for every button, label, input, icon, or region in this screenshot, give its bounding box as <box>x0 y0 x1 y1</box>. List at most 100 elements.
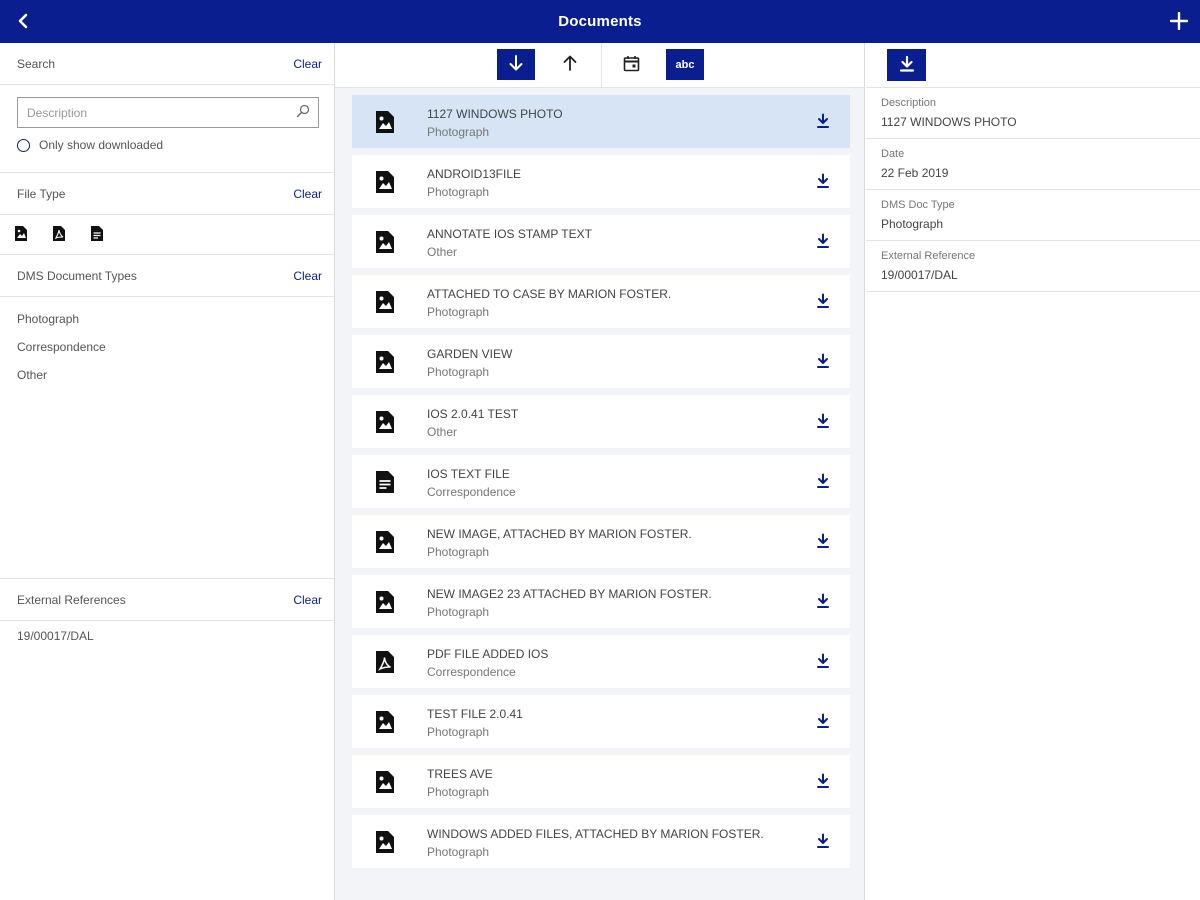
download-icon[interactable] <box>816 413 830 432</box>
dms-item-other[interactable]: Other <box>0 361 334 389</box>
image-file-icon[interactable] <box>14 225 28 245</box>
document-type: Correspondence <box>427 665 516 679</box>
download-icon[interactable] <box>816 773 830 792</box>
external-ref-item[interactable]: 19/00017/DAL <box>0 621 334 643</box>
download-icon[interactable] <box>816 533 830 552</box>
document-name: ATTACHED TO CASE BY MARION FOSTER. <box>427 287 672 301</box>
image-file-icon <box>374 350 396 377</box>
document-text: WINDOWS ADDED FILES, ATTACHED BY MARION … <box>427 827 764 859</box>
pdf-file-icon[interactable] <box>52 225 66 245</box>
download-icon[interactable] <box>816 233 830 252</box>
image-file-icon <box>374 710 396 737</box>
sort-by-date-button[interactable] <box>612 49 650 80</box>
search-icon[interactable] <box>296 104 310 121</box>
detail-label: Date <box>881 148 905 160</box>
detail-date: Date 22 Feb 2019 <box>866 139 1200 190</box>
sort-alphabetical-button[interactable]: abc <box>666 49 704 80</box>
document-list: 1127 WINDOWS PHOTO Photograph ANDROID13FIL… <box>352 95 850 875</box>
image-file-icon <box>374 230 396 257</box>
document-text: GARDEN VIEW Photograph <box>427 347 512 379</box>
document-type: Photograph <box>427 605 490 619</box>
document-row[interactable]: WINDOWS ADDED FILES, ATTACHED BY MARION … <box>352 815 850 868</box>
dms-label: DMS Document Types <box>17 268 137 283</box>
document-name: 1127 WINDOWS PHOTO <box>427 107 563 121</box>
detail-label: Description <box>881 97 937 109</box>
sort-ascending-icon <box>562 54 578 75</box>
document-row[interactable]: GARDEN VIEW Photograph <box>352 335 850 388</box>
document-row[interactable]: TEST FILE 2.0.41 Photograph <box>352 695 850 748</box>
search-input[interactable] <box>27 105 277 120</box>
document-row[interactable]: NEW IMAGE, ATTACHED BY MARION FOSTER. Pho… <box>352 515 850 568</box>
download-icon[interactable] <box>816 113 830 132</box>
document-type: Photograph <box>427 305 490 319</box>
download-icon[interactable] <box>816 713 830 732</box>
document-row[interactable]: 1127 WINDOWS PHOTO Photograph <box>352 95 850 148</box>
document-row[interactable]: NEW IMAGE2 23 ATTACHED BY MARION FOSTER.… <box>352 575 850 628</box>
detail-label: DMS Doc Type <box>881 199 955 211</box>
back-icon[interactable] <box>10 8 36 34</box>
external-ref-label: External References <box>17 592 126 607</box>
download-icon[interactable] <box>816 173 830 192</box>
image-file-icon <box>374 410 396 437</box>
document-name: ANNOTATE IOS STAMP TEXT <box>427 227 592 241</box>
only-downloaded-radio[interactable] <box>17 138 30 152</box>
download-icon[interactable] <box>816 293 830 312</box>
document-text: TREES AVE Photograph <box>427 767 493 799</box>
detail-external-reference: External Reference 19/00017/DAL <box>866 241 1200 292</box>
detail-value: 19/00017/DAL <box>881 268 958 282</box>
dms-item-correspondence[interactable]: Correspondence <box>0 333 334 361</box>
document-text: TEST FILE 2.0.41 Photograph <box>427 707 523 739</box>
document-type: Photograph <box>427 545 490 559</box>
download-icon[interactable] <box>816 653 830 672</box>
sort-ascending-button[interactable] <box>551 49 589 80</box>
document-text: NEW IMAGE, ATTACHED BY MARION FOSTER. Pho… <box>427 527 692 559</box>
document-row[interactable]: ATTACHED TO CASE BY MARION FOSTER. Photog… <box>352 275 850 328</box>
detail-value: Photograph <box>881 217 944 231</box>
document-type: Photograph <box>427 365 490 379</box>
toolbar-divider <box>601 43 602 88</box>
document-type: Photograph <box>427 725 490 739</box>
image-file-icon <box>374 530 396 557</box>
document-row[interactable]: ANNOTATE IOS STAMP TEXT Other <box>352 215 850 268</box>
document-name: IOS 2.0.41 TEST <box>427 407 519 421</box>
document-name: TREES AVE <box>427 767 493 781</box>
dms-type-list: Photograph Correspondence Other <box>0 297 334 579</box>
file-type-clear-button[interactable]: Clear <box>293 187 322 201</box>
document-text: ANNOTATE IOS STAMP TEXT Other <box>427 227 592 259</box>
sort-descending-button[interactable] <box>497 49 535 80</box>
document-name: WINDOWS ADDED FILES, ATTACHED BY MARION … <box>427 827 764 841</box>
external-ref-clear-button[interactable]: Clear <box>293 593 322 607</box>
dms-section-header: DMS Document Types Clear <box>0 255 334 297</box>
detail-value: 1127 WINDOWS PHOTO <box>881 115 1017 129</box>
download-icon[interactable] <box>816 353 830 372</box>
document-row[interactable]: TREES AVE Photograph <box>352 755 850 808</box>
pdf-file-icon <box>374 650 396 677</box>
filter-panel: Search Clear Only show downloaded File T… <box>0 43 335 900</box>
detail-description: Description 1127 WINDOWS PHOTO <box>866 88 1200 139</box>
download-button[interactable] <box>887 49 926 81</box>
only-downloaded-option[interactable]: Only show downloaded <box>17 138 318 152</box>
details-panel: Description 1127 WINDOWS PHOTO Date 22 F… <box>866 43 1200 900</box>
document-list-panel: abc 1127 WINDOWS PHOTO Photograph ANDROID1… <box>335 43 865 900</box>
dms-item-photograph[interactable]: Photograph <box>0 305 334 333</box>
add-icon[interactable] <box>1166 8 1192 34</box>
document-type: Other <box>427 245 458 259</box>
text-file-icon[interactable] <box>90 225 104 245</box>
search-clear-button[interactable]: Clear <box>293 57 322 71</box>
text-file-icon <box>374 470 396 497</box>
document-name: GARDEN VIEW <box>427 347 513 361</box>
document-row[interactable]: IOS TEXT FILE Correspondence <box>352 455 850 508</box>
download-icon[interactable] <box>816 833 830 852</box>
search-section: Only show downloaded <box>0 85 334 173</box>
download-icon[interactable] <box>816 593 830 612</box>
document-row[interactable]: IOS 2.0.41 TEST Other <box>352 395 850 448</box>
document-row[interactable]: ANDROID13FILE Photograph <box>352 155 850 208</box>
only-downloaded-label: Only show downloaded <box>39 138 164 152</box>
document-type: Correspondence <box>427 485 516 499</box>
download-icon[interactable] <box>816 473 830 492</box>
document-row[interactable]: PDF FILE ADDED IOS Correspondence <box>352 635 850 688</box>
sort-toolbar: abc <box>335 43 864 88</box>
external-ref-section-header: External References Clear <box>0 579 334 621</box>
document-type: Photograph <box>427 785 490 799</box>
dms-clear-button[interactable]: Clear <box>293 269 322 283</box>
